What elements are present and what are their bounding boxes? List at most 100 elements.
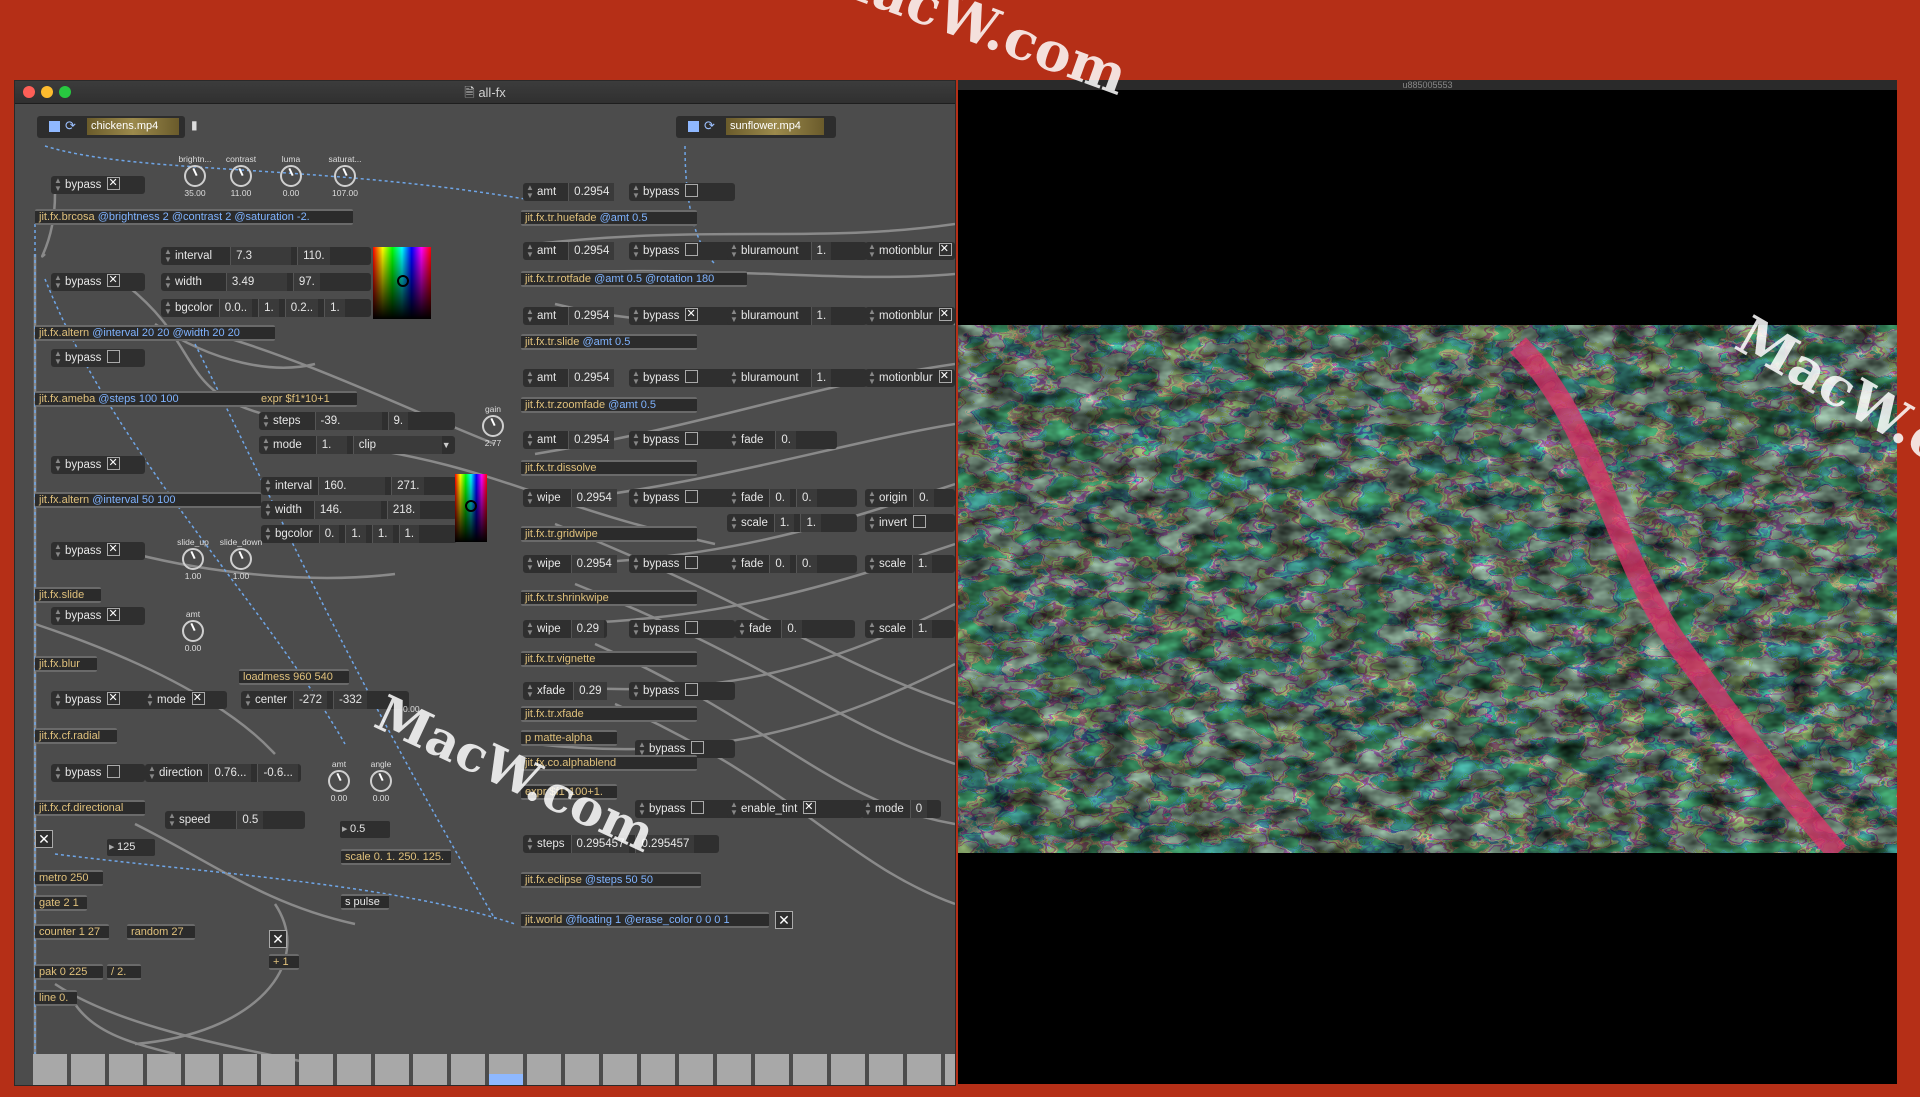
fade-attr[interactable]: ▲ ▼ fade 0. xyxy=(727,431,837,449)
color-picker-swatch[interactable] xyxy=(373,247,431,319)
dial-saturation[interactable]: saturat... 107.00 xyxy=(315,154,375,198)
jit-world-object[interactable]: jit.world @floating 1 @erase_color 0 0 0… xyxy=(521,912,769,928)
plus-one-object[interactable]: + 1 xyxy=(269,954,299,970)
dial-luma[interactable]: luma 0.00 xyxy=(261,154,321,198)
loop-icon[interactable]: ⟳ xyxy=(65,118,76,134)
motionblur-checkbox[interactable] xyxy=(938,240,952,258)
bypass-checkbox[interactable] xyxy=(685,370,699,384)
random-object[interactable]: random 27 xyxy=(127,924,195,940)
multislider-cell[interactable] xyxy=(945,1054,955,1085)
matte-alpha-object[interactable]: p matte-alpha xyxy=(521,730,617,746)
multislider-cell[interactable] xyxy=(451,1054,485,1085)
amt-attr[interactable]: ▲ ▼ amt 0.2954 xyxy=(523,183,615,201)
motionblur-checkbox[interactable] xyxy=(938,367,952,385)
knob-icon[interactable] xyxy=(182,548,204,570)
motionblur-attr[interactable]: ▲ ▼ motionblur xyxy=(865,305,955,325)
knob-icon[interactable] xyxy=(184,165,206,187)
bypass-checkbox[interactable] xyxy=(691,741,705,755)
bypass-attr[interactable]: ▲ ▼ bypass xyxy=(629,682,735,700)
amt-attr[interactable]: ▲ ▼ amt 0.2954 xyxy=(523,242,615,260)
bypass-checkbox[interactable] xyxy=(685,243,699,257)
bypass-attr[interactable]: ▲ ▼ bypass xyxy=(51,764,145,782)
multislider-cell[interactable] xyxy=(869,1054,903,1085)
loadmess-object[interactable]: loadmess 960 540 xyxy=(239,669,349,685)
gate-object[interactable]: gate 2 1 xyxy=(35,895,87,911)
bypass-checkbox[interactable] xyxy=(685,683,699,697)
interval-attr[interactable]: ▲ ▼ interval 7.3 110. xyxy=(161,247,371,265)
bypass-attr[interactable]: ▲ ▼ bypass xyxy=(51,454,145,474)
bypass-attr[interactable]: ▲ ▼ bypass xyxy=(629,369,735,387)
speed-attr[interactable]: ▲ ▼ speed 0.5 xyxy=(165,811,305,829)
bluramount-attr[interactable]: ▲ ▼ bluramount 1. xyxy=(727,242,867,260)
motionblur-attr[interactable]: ▲ ▼ motionblur xyxy=(865,240,955,260)
bypass-checkbox[interactable] xyxy=(107,350,121,364)
multislider-cell[interactable] xyxy=(641,1054,675,1085)
interval-attr-2[interactable]: ▲ ▼ interval 160. 271. xyxy=(261,477,457,495)
huefade-object[interactable]: jit.fx.tr.huefade @amt 0.5 xyxy=(521,210,697,226)
bypass-attr[interactable]: ▲ ▼ bypass xyxy=(629,183,735,201)
knob-icon[interactable] xyxy=(230,548,252,570)
knob-icon[interactable] xyxy=(182,620,204,642)
metro-toggle[interactable]: ✕ xyxy=(35,830,53,848)
speed-number[interactable]: 0.5 xyxy=(340,821,390,838)
dropdown-icon[interactable]: ▼ xyxy=(442,440,451,450)
bluramount-attr[interactable]: ▲ ▼ bluramount 1. xyxy=(727,369,867,387)
shrinkwipe-object[interactable]: jit.fx.tr.shrinkwipe xyxy=(521,590,697,606)
bypass-attr[interactable]: ▲ ▼ bypass xyxy=(51,605,145,625)
bypass-attr[interactable]: ▲ ▼ bypass xyxy=(629,305,735,325)
bypass-checkbox[interactable] xyxy=(685,621,699,635)
radial-object[interactable]: jit.fx.cf.radial xyxy=(35,728,117,744)
movie-file-name[interactable]: chickens.mp4 xyxy=(87,118,179,135)
multislider[interactable] xyxy=(33,1054,955,1085)
expr-object[interactable]: expr $f1*10+1 xyxy=(257,391,357,407)
bypass-attr[interactable]: ▲ ▼ bypass xyxy=(629,620,735,638)
bypass-checkbox[interactable] xyxy=(691,801,705,815)
direction-attr[interactable]: ▲ ▼ direction 0.76... -0.6... xyxy=(145,764,301,782)
mode-attr[interactable]: ▲ ▼ mode 1. clip ▼ xyxy=(259,436,455,454)
amt-attr[interactable]: ▲ ▼ amt 0.2954 xyxy=(523,307,615,325)
metro-object[interactable]: metro 250 xyxy=(35,870,103,886)
vignette-object[interactable]: jit.fx.tr.vignette xyxy=(521,651,697,667)
multislider-cell[interactable] xyxy=(109,1054,143,1085)
zoomfade-object[interactable]: jit.fx.tr.zoomfade @amt 0.5 xyxy=(521,397,697,413)
mode-checkbox[interactable] xyxy=(191,689,205,707)
bypass-checkbox[interactable] xyxy=(685,184,699,198)
multislider-cell[interactable] xyxy=(147,1054,181,1085)
eclipse-object[interactable]: jit.fx.eclipse @steps 50 50 xyxy=(521,872,701,888)
brcosa-object[interactable]: jit.fx.brcosa @brightness 2 @contrast 2 … xyxy=(35,209,353,225)
counter-object[interactable]: counter 1 27 xyxy=(35,924,109,940)
scale-attr[interactable]: ▲ ▼ scale 1. 1. xyxy=(727,514,857,532)
bypass-checkbox[interactable] xyxy=(107,605,121,623)
bypass-attr[interactable]: ▲ ▼ bypass xyxy=(51,349,145,367)
patcher-canvas[interactable]: ⟳ chickens.mp4 ▮ ⟳ sunflower.mp4 brightn… xyxy=(15,104,955,1085)
bypass-attr[interactable]: ▲ ▼ bypass xyxy=(629,555,735,573)
divide-object[interactable]: / 2. xyxy=(107,964,141,980)
knob-icon[interactable] xyxy=(334,165,356,187)
bypass-checkbox[interactable] xyxy=(107,271,121,289)
bypass-checkbox[interactable] xyxy=(685,432,699,446)
fade-attr[interactable]: ▲ ▼ fade 0. 0. xyxy=(727,555,857,573)
movie-player-2[interactable]: ⟳ sunflower.mp4 xyxy=(676,116,836,138)
slide-tr-object[interactable]: jit.fx.tr.slide @amt 0.5 xyxy=(521,334,697,350)
multislider-cell[interactable] xyxy=(299,1054,333,1085)
send-pulse-object[interactable]: s pulse xyxy=(341,894,389,910)
multislider-cell[interactable] xyxy=(33,1054,67,1085)
number-125[interactable]: 125 xyxy=(107,839,155,856)
bypass-attr[interactable]: ▲ ▼ bypass xyxy=(51,174,145,194)
color-picker-swatch-2[interactable] xyxy=(455,474,487,542)
invert-checkbox[interactable] xyxy=(913,515,927,529)
multislider-cell[interactable] xyxy=(831,1054,865,1085)
multislider-cell[interactable] xyxy=(603,1054,637,1085)
bypass-attr[interactable]: ▲ ▼ bypass xyxy=(51,540,145,560)
line-object[interactable]: line 0. xyxy=(35,990,77,1006)
bypass-checkbox[interactable] xyxy=(685,490,699,504)
movie-file-name[interactable]: sunflower.mp4 xyxy=(726,118,824,135)
multislider-cell[interactable] xyxy=(793,1054,827,1085)
scale-object[interactable]: scale 0. 1. 250. 125. xyxy=(341,849,451,865)
toggle-button[interactable]: ✕ xyxy=(269,930,287,948)
wipe-attr[interactable]: ▲ ▼ wipe 0.2954 xyxy=(523,489,617,507)
bypass-attr[interactable]: ▲ ▼ bypass xyxy=(629,242,735,260)
enable-tint-checkbox[interactable] xyxy=(803,798,817,816)
scale-attr[interactable]: ▲ ▼ scale 1. xyxy=(865,620,955,638)
bypass-checkbox[interactable] xyxy=(107,689,121,707)
